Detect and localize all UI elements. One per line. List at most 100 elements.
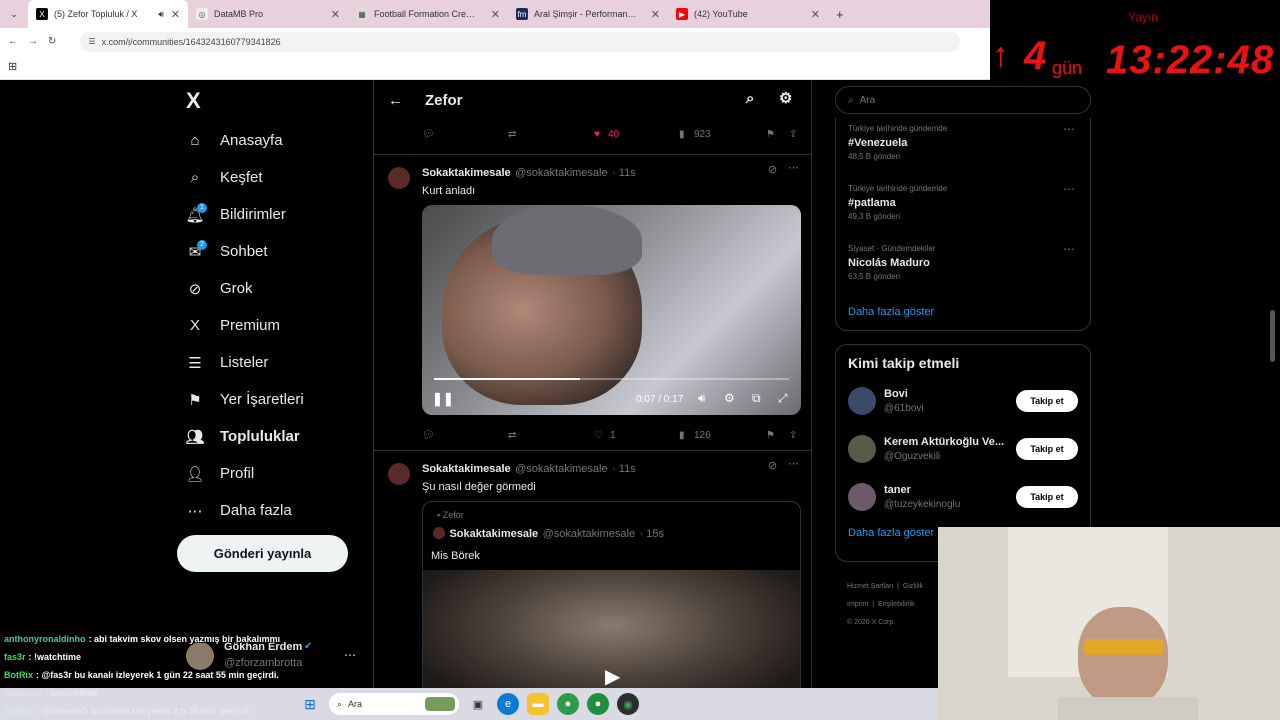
tab-datamb[interactable]: ◎ DataMB Pro ✕ (188, 0, 348, 28)
url-field[interactable]: ☰ x.com/i/communities/164324316077934182… (80, 31, 961, 52)
back-arrow-icon[interactable]: ← (388, 92, 403, 109)
like-icon[interactable]: ♥ (594, 129, 600, 140)
sidebar-item[interactable]: 👤︎ Profil (176, 455, 372, 492)
pip-icon[interactable]: ⧉ (752, 391, 761, 406)
speaker-icon[interactable]: 🔊︎ (158, 9, 164, 20)
bookmark-icon[interactable]: ⚑ (766, 430, 775, 441)
sidebar-item[interactable]: ⊘ Grok (176, 270, 372, 307)
reply-icon[interactable]: 💬︎ (422, 129, 435, 140)
sidebar-item[interactable]: ✉ 2 Sohbet (176, 233, 372, 270)
play-icon[interactable]: ▶ (605, 664, 620, 688)
avatar[interactable] (848, 435, 876, 463)
more-icon[interactable]: ⋯ (788, 457, 799, 470)
views-icon[interactable]: ▮ (679, 430, 685, 441)
x-logo-icon[interactable]: X (176, 80, 372, 122)
share-icon[interactable]: ⇪ (789, 430, 797, 441)
site-info-icon[interactable]: ☰ (88, 37, 95, 46)
back-icon[interactable]: ← (8, 36, 18, 47)
video-settings-icon[interactable]: ⚙ (724, 391, 735, 405)
retweet-icon[interactable]: ⇄ (508, 430, 516, 441)
tab-zefor[interactable]: X (5) Zefor Topluluk / X 🔊︎ ✕ (28, 0, 188, 28)
follow-button[interactable]: Takip et (1016, 390, 1078, 412)
chrome-profile-icon[interactable]: ● (587, 693, 609, 715)
search-box[interactable]: ⌕ Ara (835, 86, 1091, 114)
share-icon[interactable]: ⇪ (789, 129, 797, 140)
discord-icon[interactable]: ◉ (617, 693, 639, 715)
edge-icon[interactable]: e (497, 693, 519, 715)
pause-icon[interactable]: ❚❚ (432, 391, 454, 407)
close-icon[interactable]: ✕ (491, 8, 500, 21)
sidebar-item[interactable]: ⌕ Keşfet (176, 159, 372, 196)
sidebar-item[interactable]: X Premium (176, 307, 372, 344)
trend-item[interactable]: Türkiye tarihinde gündemde #Venezuela 48,5… (836, 118, 1090, 178)
footer-link[interactable]: Erişilebilirlik (878, 601, 915, 608)
settings-icon[interactable]: ⚙ (779, 89, 792, 107)
tab-fm[interactable]: fm Aral Şimşir - Performans bilgile ✕ (508, 0, 668, 28)
grok-icon[interactable]: ⊘ (768, 459, 777, 472)
bookmark-icon[interactable]: ⚑ (766, 129, 775, 140)
post-button[interactable]: Gönderi yayınla (177, 535, 348, 572)
search-icon[interactable]: ⌕ (746, 90, 754, 107)
close-icon[interactable]: ✕ (811, 8, 820, 21)
avatar[interactable] (388, 167, 410, 189)
tab-football[interactable]: ▦ Football Formation Creator: Re ✕ (348, 0, 508, 28)
quote-tweet[interactable]: ▪ Zefor Sokaktakimesale @sokaktakimesale… (422, 501, 801, 688)
trend-item[interactable]: Türkiye tarihinde gündemde #patlama 49,3 B… (836, 178, 1090, 238)
suggested-name[interactable]: Kerem Aktürkoğlu Ve... (884, 436, 1004, 448)
apps-grid-icon[interactable]: ⊞ (8, 60, 17, 73)
close-icon[interactable]: ✕ (651, 8, 660, 21)
volume-icon[interactable]: 🔊︎ (698, 391, 706, 406)
who-to-follow-item[interactable]: Bovi @61bovi Takip et (836, 377, 1090, 425)
suggested-name[interactable]: taner (884, 484, 960, 496)
avatar[interactable] (848, 483, 876, 511)
avatar[interactable] (848, 387, 876, 415)
file-explorer-icon[interactable]: ▬ (527, 693, 549, 715)
tweet-time[interactable]: 11s (619, 167, 636, 179)
footer-link[interactable]: Gizlilik (903, 583, 923, 590)
more-icon[interactable]: ⋯ (1063, 122, 1076, 136)
reply-icon[interactable]: 💬︎ (422, 430, 435, 441)
grok-icon[interactable]: ⊘ (768, 163, 777, 176)
follow-button[interactable]: Takip et (1016, 438, 1078, 460)
quote-video[interactable]: ▶ (423, 570, 800, 688)
tab-list-button[interactable]: ⌄ (0, 9, 28, 20)
avatar[interactable] (388, 463, 410, 485)
more-icon[interactable]: ⋯ (788, 161, 799, 174)
trend-item[interactable]: Siyaset · Gündemdekiler Nicolás Maduro 63,… (836, 238, 1090, 298)
tweet-author-handle[interactable]: @sokaktakimesale (515, 167, 607, 179)
taskbar-search[interactable]: ⌕ Ara (329, 693, 459, 715)
who-to-follow-item[interactable]: taner @tuzeykekinoglu Takip et (836, 473, 1090, 521)
tweet[interactable]: Sokaktakimesale @sokaktakimesale · 11s ⊘… (374, 154, 811, 450)
close-icon[interactable]: ✕ (171, 8, 180, 21)
tweet-time[interactable]: 11s (619, 463, 636, 475)
tweet-author-name[interactable]: Sokaktakimesale (422, 167, 511, 179)
more-icon[interactable]: ⋯ (1063, 242, 1076, 256)
reload-icon[interactable]: ↻ (48, 36, 56, 47)
suggested-name[interactable]: Bovi (884, 388, 924, 400)
sidebar-item[interactable]: ☰ Listeler (176, 344, 372, 381)
tweet-video[interactable]: ❚❚ 0:07 / 0:17 🔊︎ ⚙ ⧉ ⤢ (422, 205, 801, 415)
follow-button[interactable]: Takip et (1016, 486, 1078, 508)
video-progress-track[interactable] (434, 378, 789, 380)
tweet-author-name[interactable]: Sokaktakimesale (422, 463, 511, 475)
who-to-follow-item[interactable]: Kerem Aktürkoğlu Ve... @Oguzvekili Takip e… (836, 425, 1090, 473)
new-tab-button[interactable]: + (828, 7, 844, 22)
retweet-icon[interactable]: ⇄ (508, 129, 516, 140)
chrome-icon[interactable]: ● (557, 693, 579, 715)
sidebar-item[interactable]: ⚑ Yer İşaretleri (176, 381, 372, 418)
more-icon[interactable]: ⋯ (1063, 182, 1076, 196)
close-icon[interactable]: ✕ (331, 8, 340, 21)
fullscreen-icon[interactable]: ⤢ (778, 391, 788, 406)
sidebar-item[interactable]: ⋯ Daha fazla (176, 492, 372, 529)
tweet[interactable]: Sokaktakimesale @sokaktakimesale · 11s ⊘… (374, 450, 811, 688)
page-scrollbar[interactable] (1270, 310, 1275, 362)
task-view-icon[interactable]: ▣ (467, 693, 489, 715)
sidebar-item[interactable]: ⌂ Anasayfa (176, 122, 372, 159)
footer-link[interactable]: Imprint (847, 601, 868, 608)
forward-icon[interactable]: → (28, 36, 38, 47)
views-icon[interactable]: ▮ (679, 129, 685, 140)
windows-start-icon[interactable]: ⊞ (299, 693, 321, 715)
like-icon[interactable]: ♡ (594, 430, 603, 441)
show-more-link[interactable]: Daha fazla göster (836, 298, 1090, 318)
sidebar-item[interactable]: 👥︎ Topluluklar (176, 418, 372, 455)
